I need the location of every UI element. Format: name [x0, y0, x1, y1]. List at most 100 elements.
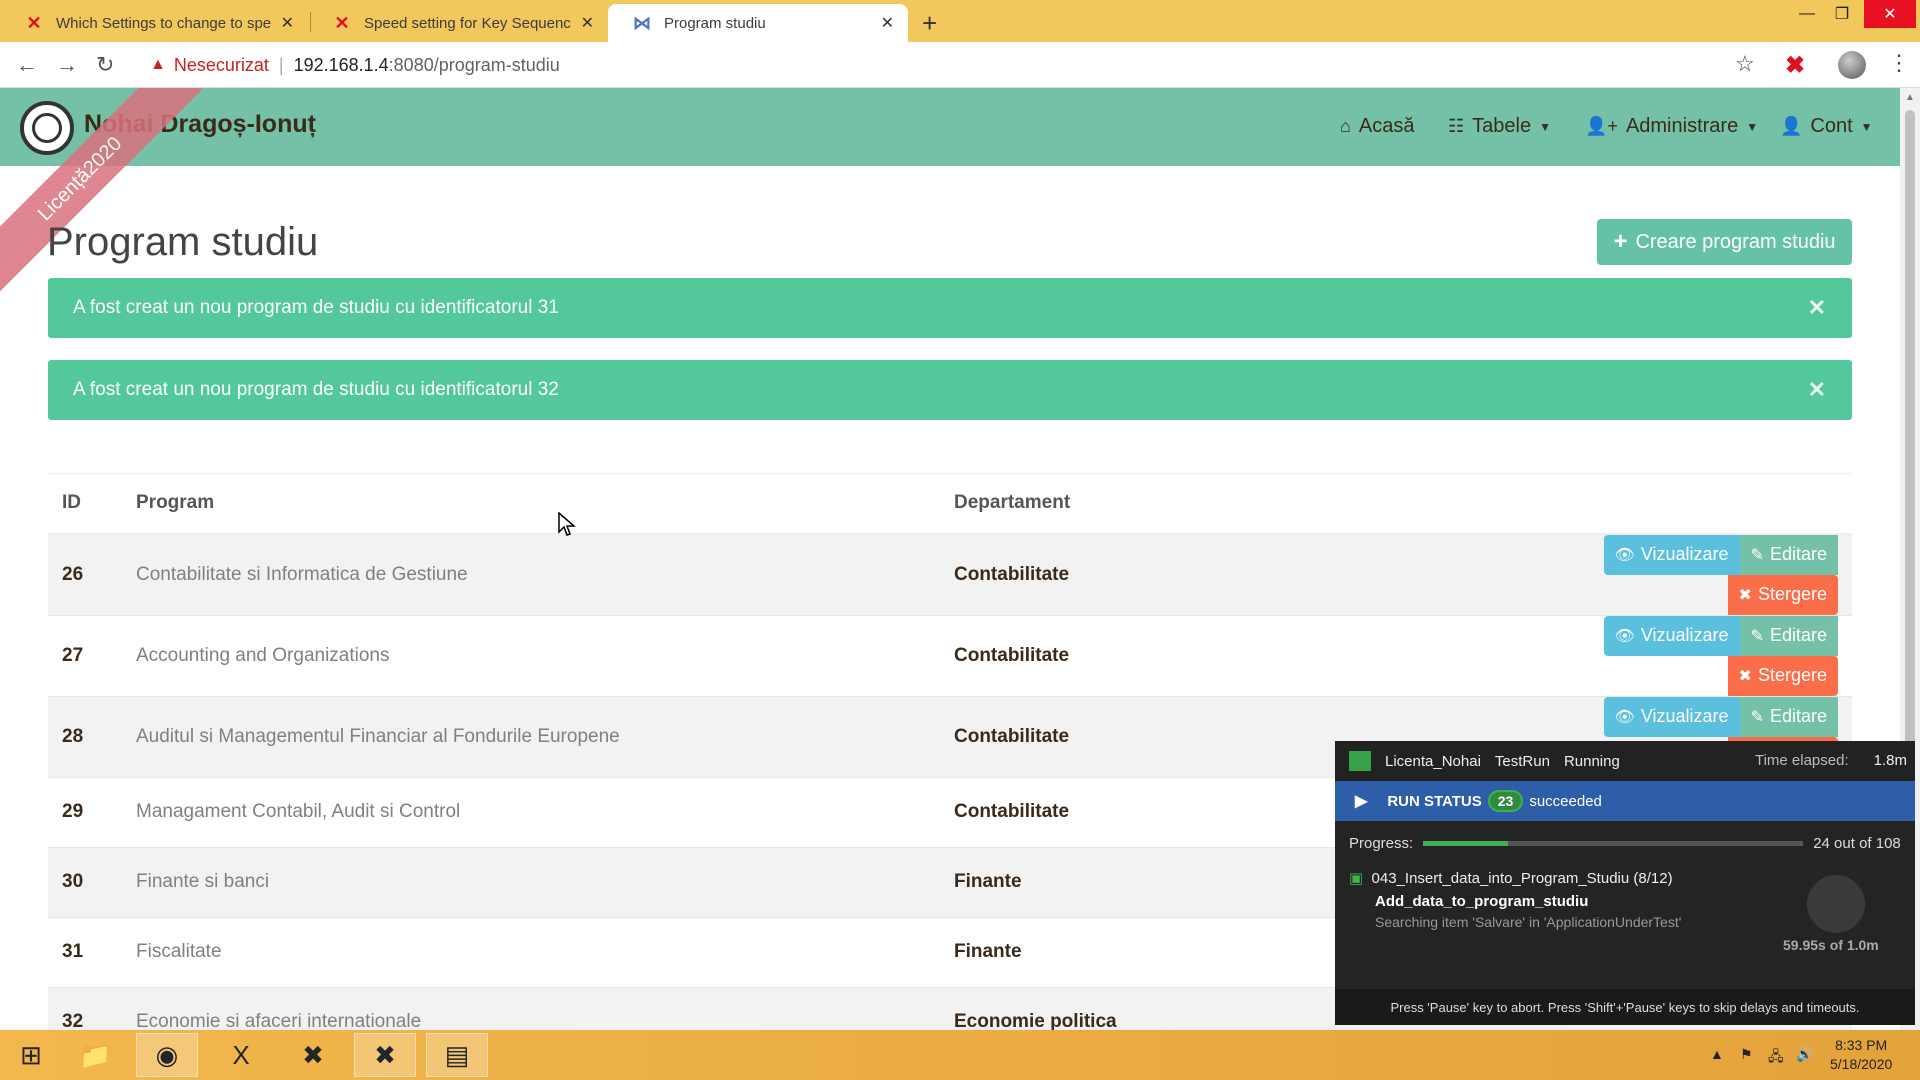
- table-icon: ☷: [1448, 116, 1465, 136]
- table-row: 27 Accounting and Organizations Contabil…: [48, 614, 1852, 696]
- address-bar-row: ← → ↻ ▲ Nesecurizat | 192.168.1.4 :8080/…: [0, 42, 1920, 88]
- back-icon[interactable]: ←: [16, 52, 38, 78]
- create-program-button[interactable]: + Creare program studiu: [1597, 219, 1852, 265]
- progress-row: Progress: 24 out of 108: [1335, 821, 1915, 865]
- tray-expand-icon[interactable]: ▲: [1710, 1046, 1724, 1062]
- row-id: 29: [48, 776, 136, 847]
- view-button[interactable]: 👁 Vizualizare: [1603, 534, 1740, 575]
- row-id: 27: [48, 614, 136, 696]
- run-flag-icon: [1349, 751, 1371, 771]
- close-alert-icon[interactable]: ✕: [1808, 377, 1826, 403]
- nav-admin-dropdown[interactable]: 👤+ Administrare ▼: [1585, 115, 1758, 138]
- new-tab-icon[interactable]: +: [922, 8, 937, 39]
- row-actions: 👁 Vizualizare ✎ Editare ✖ Stergere: [1494, 533, 1852, 615]
- ranorex-extension-icon[interactable]: ✖: [1785, 51, 1805, 80]
- volume-icon[interactable]: 🔊: [1796, 1046, 1813, 1063]
- pencil-icon: ✎: [1750, 546, 1764, 564]
- browser-tab-3-active[interactable]: ⋈ Program studiu ✕: [608, 4, 908, 42]
- module-name: 043_Insert_data_into_Program_Studiu (8/1…: [1371, 870, 1673, 887]
- timeout-spinner-icon: [1807, 875, 1865, 933]
- module-icon: ▣: [1349, 870, 1364, 887]
- reload-icon[interactable]: ↻: [96, 52, 114, 78]
- minimize-icon[interactable]: —: [1787, 0, 1827, 28]
- view-label: Vizualizare: [1640, 706, 1729, 726]
- user-icon: 👤: [1780, 116, 1803, 136]
- close-tab-icon[interactable]: ✕: [281, 13, 294, 33]
- system-clock[interactable]: 8:33 PM 5/18/2020: [1830, 1036, 1892, 1074]
- close-tab-icon[interactable]: ✕: [581, 13, 594, 33]
- windows-taskbar: ⊞ 📁 ◉ X ✖ ✖ ▤ ▲ ⚑ 🖧 🔊 8:33 PM 5/18/2020: [0, 1030, 1920, 1080]
- row-id: 32: [48, 986, 136, 1030]
- run-status-bar[interactable]: ▶ RUN STATUS 23 succeeded: [1335, 781, 1915, 821]
- plus-icon: +: [1613, 228, 1628, 255]
- times-icon: ✖: [1738, 667, 1752, 685]
- expand-triangle-icon: ▶: [1355, 793, 1368, 810]
- page-title: Program studiu: [47, 220, 319, 264]
- browser-tab-2[interactable]: ✕ Speed setting for Key Sequence / ✕: [308, 4, 608, 42]
- success-alert-2: A fost creat un nou program de studiu cu…: [48, 360, 1852, 420]
- view-label: Vizualizare: [1640, 544, 1729, 564]
- restore-icon[interactable]: ❐: [1822, 0, 1862, 28]
- edit-button[interactable]: ✎ Editare: [1739, 696, 1838, 737]
- close-alert-icon[interactable]: ✕: [1808, 295, 1826, 321]
- edit-button[interactable]: ✎ Editare: [1739, 534, 1838, 575]
- nav-tables-dropdown[interactable]: ☷ Tabele ▼: [1448, 115, 1551, 138]
- university-logo[interactable]: [20, 101, 74, 155]
- view-button[interactable]: 👁 Vizualizare: [1603, 696, 1740, 737]
- excel-icon[interactable]: X: [210, 1033, 272, 1077]
- clock-time: 8:33 PM: [1835, 1037, 1888, 1053]
- nav-home[interactable]: ⌂ Acasă: [1340, 115, 1414, 138]
- progress-label: Progress:: [1349, 834, 1414, 852]
- delete-button[interactable]: ✖ Stergere: [1727, 655, 1838, 696]
- url-host: 192.168.1.4: [293, 54, 389, 75]
- ranorex-studio-icon[interactable]: ✖: [282, 1033, 344, 1077]
- header-id: ID: [48, 473, 136, 535]
- insecure-label: Nesecurizat: [173, 54, 269, 75]
- current-step: ▣ 043_Insert_data_into_Program_Studiu (8…: [1335, 865, 1915, 985]
- window-app-icon[interactable]: ▤: [426, 1033, 488, 1077]
- pencil-icon: ✎: [1750, 627, 1764, 645]
- chrome-icon[interactable]: ◉: [136, 1033, 198, 1077]
- network-icon[interactable]: 🖧: [1768, 1046, 1784, 1070]
- close-window-icon[interactable]: ✕: [1864, 0, 1916, 28]
- row-program: Accounting and Organizations: [136, 614, 954, 696]
- tab-title: Program studiu: [664, 14, 766, 32]
- delete-button[interactable]: ✖ Stergere: [1727, 574, 1838, 615]
- header-program: Program: [136, 473, 954, 535]
- nav-account-label: Cont: [1810, 115, 1853, 137]
- profile-avatar[interactable]: [1838, 51, 1866, 79]
- nav-tables-label: Tabele: [1472, 115, 1532, 137]
- ranorex-favicon-icon: ✕: [26, 12, 42, 33]
- row-dept: Contabilitate: [954, 533, 1494, 615]
- progress-text: 24 out of 108: [1813, 834, 1901, 852]
- elapsed-time: Time elapsed: 1.8m: [1755, 752, 1907, 769]
- nav-account-dropdown[interactable]: 👤 Cont ▼: [1780, 115, 1873, 138]
- solution-name: Licenta_Nohai: [1385, 752, 1481, 770]
- succeeded-count-badge: 23: [1487, 790, 1524, 812]
- caret-down-icon: ▼: [1746, 119, 1759, 134]
- view-button[interactable]: 👁 Vizualizare: [1603, 615, 1740, 656]
- row-id: 26: [48, 533, 136, 615]
- windows-start-icon[interactable]: ⊞: [0, 1033, 62, 1077]
- succeeded-label: succeeded: [1529, 792, 1602, 810]
- table-header-row: ID Program Departament: [48, 473, 1852, 535]
- file-explorer-icon[interactable]: 📁: [64, 1033, 126, 1077]
- nav-admin-label: Administrare: [1625, 115, 1739, 137]
- elapsed-value: 1.8m: [1873, 752, 1907, 769]
- scrollbar-thumb[interactable]: [1905, 110, 1915, 750]
- row-actions: 👁 Vizualizare ✎ Editare ✖ Stergere: [1494, 614, 1852, 696]
- alert-message: A fost creat un nou program de studiu cu…: [73, 297, 559, 318]
- close-tab-icon[interactable]: ✕: [881, 13, 894, 33]
- forward-icon[interactable]: →: [56, 52, 78, 78]
- url-path: :8080/program-studiu: [388, 54, 560, 75]
- browser-menu-icon[interactable]: ⋮: [1888, 50, 1910, 76]
- bookmark-star-icon[interactable]: ☆: [1735, 51, 1755, 77]
- ranorex-progress-panel: Licenta_Nohai TestRun Running Time elaps…: [1335, 741, 1915, 1025]
- tray-flag-icon[interactable]: ⚑: [1740, 1046, 1753, 1063]
- ranorex-runner-icon[interactable]: ✖: [354, 1033, 416, 1077]
- mouse-cursor-icon: [558, 512, 576, 536]
- edit-button[interactable]: ✎ Editare: [1739, 615, 1838, 656]
- url-input[interactable]: ▲ Nesecurizat | 192.168.1.4 :8080/progra…: [140, 48, 1770, 82]
- browser-tab-1[interactable]: ✕ Which Settings to change to spe ✕: [0, 4, 308, 42]
- scroll-up-icon[interactable]: ▲: [1905, 92, 1915, 103]
